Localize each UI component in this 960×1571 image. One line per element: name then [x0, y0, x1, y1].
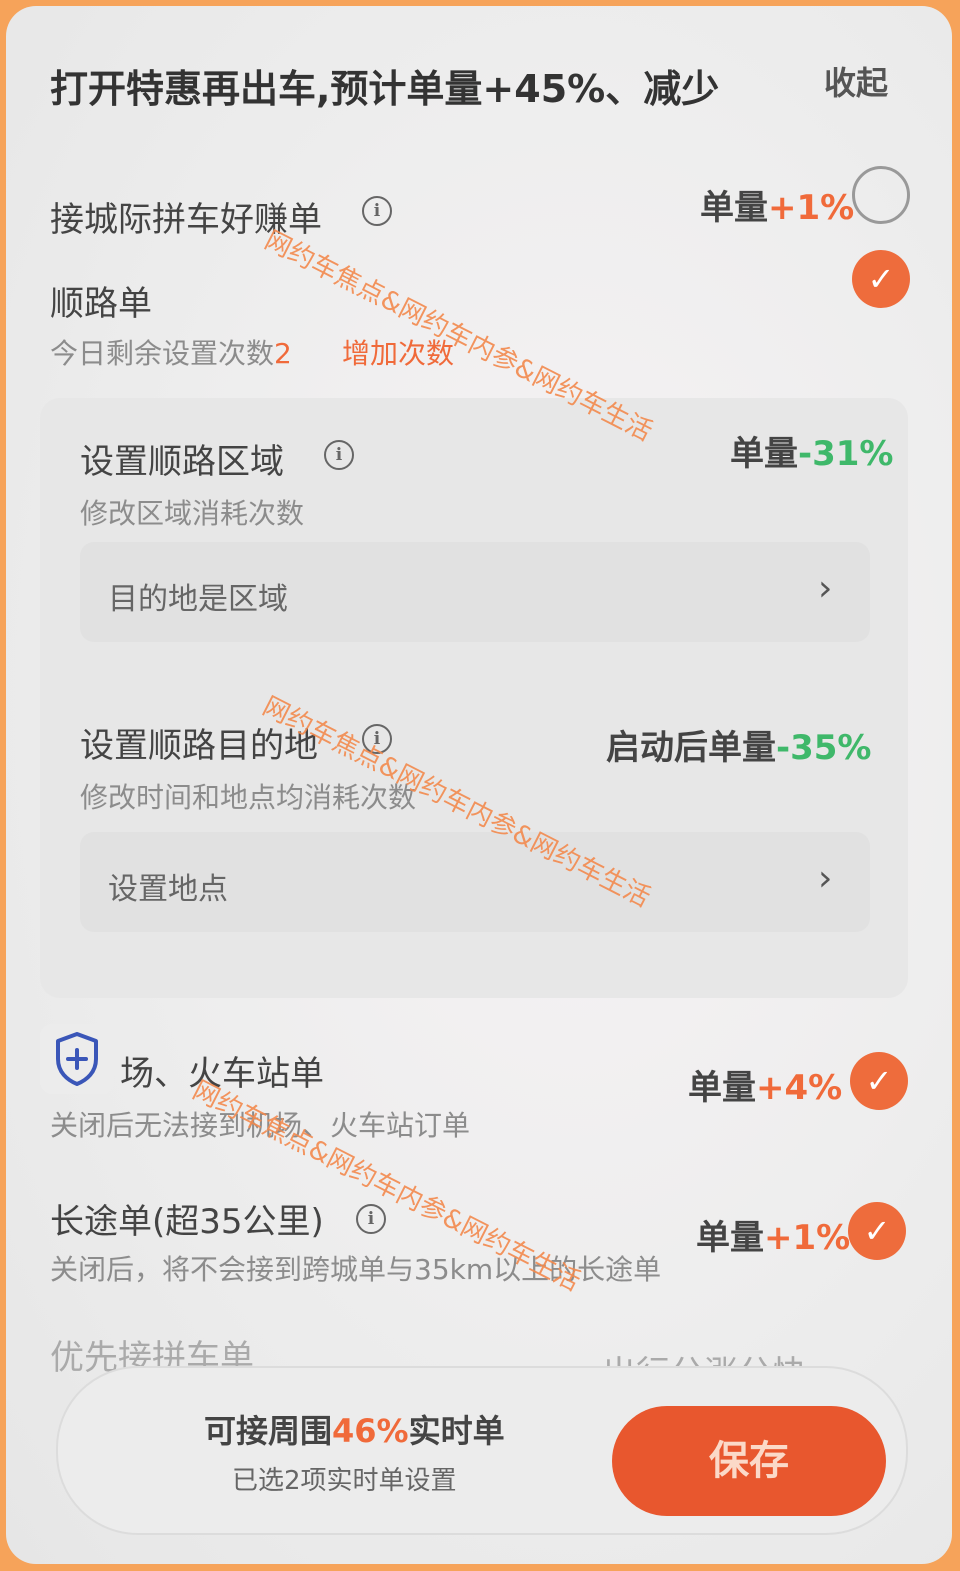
route-order-label: 顺路单: [50, 284, 152, 324]
pct-value: +1%: [764, 1218, 851, 1258]
summary-text: 可接周围46%实时单: [204, 1406, 505, 1452]
long-distance-label: 长途单(超35公里): [50, 1202, 324, 1242]
pct-prefix: 启动后单量: [606, 728, 776, 768]
remaining-label: 今日剩余设置次数: [50, 337, 275, 370]
save-button[interactable]: 保存: [612, 1406, 886, 1516]
pct-value: -35%: [776, 728, 872, 768]
info-icon[interactable]: i: [362, 196, 392, 226]
shield-plus-icon: [56, 1032, 98, 1086]
long-distance-pct: 单量+1%: [696, 1210, 850, 1259]
route-area-pct: 单量-31%: [730, 426, 894, 475]
shield-plus-button[interactable]: [40, 1024, 114, 1094]
route-destination-field-text: 设置地点: [108, 872, 228, 907]
route-destination-field[interactable]: 设置地点 ›: [80, 832, 870, 932]
intercity-pct: 单量+1%: [700, 180, 854, 229]
remaining-count: 2: [274, 337, 292, 370]
route-area-field[interactable]: 目的地是区域 ›: [80, 542, 870, 642]
route-order-remaining: 今日剩余设置次数2: [50, 332, 292, 372]
route-destination-pct: 启动后单量-35%: [606, 720, 872, 769]
pct-value: +4%: [756, 1068, 843, 1108]
long-distance-toggle[interactable]: ✓: [848, 1202, 906, 1260]
pct-prefix: 单量: [730, 434, 798, 474]
airport-toggle[interactable]: ✓: [850, 1052, 908, 1110]
info-icon[interactable]: i: [356, 1204, 386, 1234]
intercity-toggle[interactable]: [852, 166, 910, 224]
chevron-right-icon: ›: [818, 858, 833, 899]
pct-prefix: 单量: [700, 188, 768, 228]
summary-suffix: 实时单: [408, 1412, 505, 1450]
route-settings-panel: 设置顺路区域 i 单量-31% 修改区域消耗次数 目的地是区域 › 设置顺路目的…: [40, 398, 908, 998]
route-destination-sub: 修改时间和地点均消耗次数: [80, 781, 417, 814]
pct-prefix: 单量: [688, 1068, 756, 1108]
chevron-right-icon: ›: [818, 568, 833, 609]
route-area-sub: 修改区域消耗次数: [80, 497, 305, 530]
route-area-field-text: 目的地是区域: [108, 582, 288, 617]
collapse-button[interactable]: 收起: [824, 58, 888, 104]
selected-text: 已选2项实时单设置: [232, 1466, 457, 1496]
pct-prefix: 单量: [696, 1218, 764, 1258]
route-order-toggle[interactable]: ✓: [852, 250, 910, 308]
settings-sheet: 打开特惠再出车,预计单量+45%、减少 收起 接城际拼车好赚单 i 单量+1% …: [6, 6, 952, 1564]
airport-pct: 单量+4%: [688, 1060, 842, 1109]
summary-pct: 46%: [332, 1412, 409, 1450]
info-icon[interactable]: i: [324, 440, 354, 470]
summary-prefix: 可接周围: [204, 1412, 333, 1450]
route-area-label: 设置顺路区域: [80, 442, 284, 482]
page-title: 打开特惠再出车,预计单量+45%、减少: [50, 67, 720, 111]
pct-value: +1%: [768, 188, 855, 228]
pct-value: -31%: [798, 434, 894, 474]
